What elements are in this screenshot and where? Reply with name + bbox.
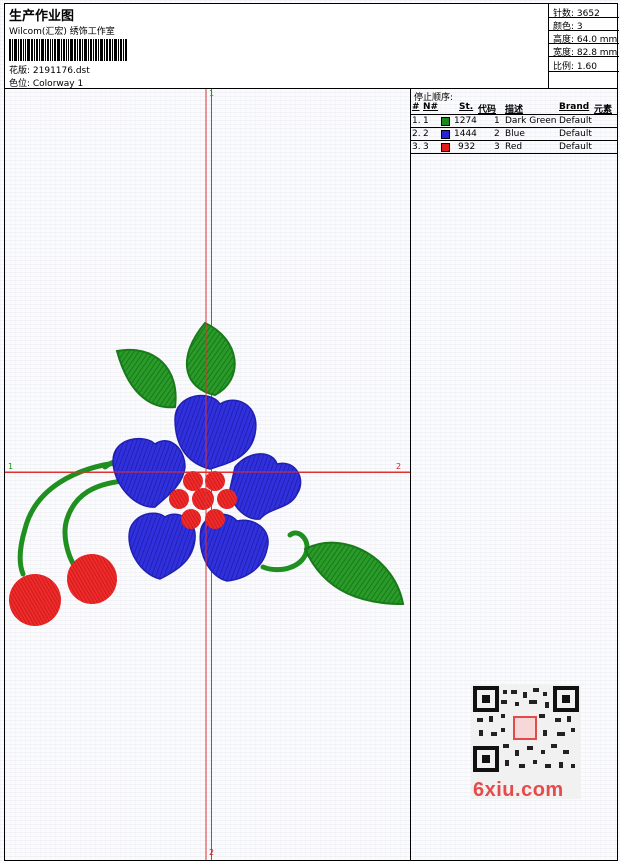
seal-icon — [513, 716, 537, 740]
color-swatch — [441, 143, 450, 152]
row-stitches: 932 — [458, 142, 476, 152]
row-brand: Default — [559, 116, 592, 126]
cherries — [9, 554, 117, 626]
stop-sequence-panel: 停止顺序: # N# St. 代码 描述 Brand 元素 1. 1 1274 … — [410, 88, 618, 861]
studio-name: Wilcom(汇宏) 绣饰工作室 — [9, 27, 115, 37]
col-element: 元素 — [594, 105, 613, 115]
design-file: 花版: 2191176.dst — [9, 66, 90, 76]
watermark-text: 6xiu.com — [473, 779, 564, 801]
production-sheet: 生产作业图 Wilcom(汇宏) 绣饰工作室 花版: 2191176.dst 色… — [0, 0, 620, 861]
row-code: 1 — [494, 116, 500, 126]
row-n: 3 — [423, 142, 429, 152]
stop-sequence-table: # N# St. 代码 描述 Brand 元素 1. 1 1274 1 Dark… — [411, 102, 617, 154]
row-stitches: 1274 — [454, 116, 477, 126]
color-swatch — [441, 117, 450, 126]
row-num: 1. — [412, 116, 421, 126]
barcode-icon — [9, 39, 146, 61]
col-hash: # — [412, 102, 420, 112]
row-num: 3. — [412, 142, 421, 152]
table-row: 2. 2 1444 2 Blue Default — [411, 128, 617, 141]
row-brand: Default — [559, 129, 592, 139]
row-num: 2. — [412, 129, 421, 139]
col-code: 代码 — [478, 105, 497, 115]
divider — [549, 71, 619, 72]
qr-code-icon: 6xiu.com — [471, 684, 581, 801]
divider — [549, 43, 619, 44]
embroidery-design — [5, 89, 410, 860]
table-header: # N# St. 代码 描述 Brand 元素 — [411, 102, 617, 115]
row-code: 2 — [494, 129, 500, 139]
row-n: 1 — [423, 116, 429, 126]
header-panel: 生产作业图 Wilcom(汇宏) 绣饰工作室 花版: 2191176.dst 色… — [4, 3, 619, 89]
col-desc: 描述 — [505, 105, 524, 115]
row-desc: Blue — [505, 129, 525, 139]
divider — [549, 30, 619, 31]
col-brand: Brand — [559, 102, 590, 112]
row-desc: Dark Green — [505, 116, 557, 126]
row-brand: Default — [559, 142, 592, 152]
row-n: 2 — [423, 129, 429, 139]
col-n: N# — [423, 102, 439, 112]
page-title: 生产作业图 — [9, 9, 75, 24]
col-st: St. — [459, 102, 474, 112]
color-swatch — [441, 130, 450, 139]
row-desc: Red — [505, 142, 523, 152]
table-row: 1. 1 1274 1 Dark Green Default — [411, 115, 617, 128]
row-code: 3 — [494, 142, 500, 152]
stats-panel: 针数: 3652 颜色: 3 高度: 64.0 mm 宽度: 82.8 mm 比… — [548, 4, 619, 88]
flower-petals — [112, 394, 302, 582]
table-row: 3. 3 932 3 Red Default — [411, 141, 617, 154]
row-stitches: 1444 — [454, 129, 477, 139]
design-canvas: 1 1 2 2 — [4, 88, 411, 861]
divider — [549, 17, 619, 18]
divider — [549, 56, 619, 57]
